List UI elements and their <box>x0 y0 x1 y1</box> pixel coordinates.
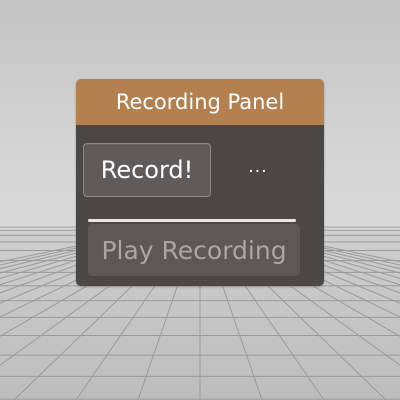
divider <box>88 219 296 222</box>
record-button[interactable]: Record! <box>83 143 211 197</box>
panel-body: Record! ... Play Recording <box>76 125 324 286</box>
recording-panel: Recording Panel Record! ... Play Recordi… <box>76 79 324 286</box>
play-recording-button[interactable]: Play Recording <box>88 224 300 276</box>
panel-title: Recording Panel <box>115 90 285 114</box>
panel-header: Recording Panel <box>76 79 324 125</box>
recording-status: ... <box>248 157 268 177</box>
